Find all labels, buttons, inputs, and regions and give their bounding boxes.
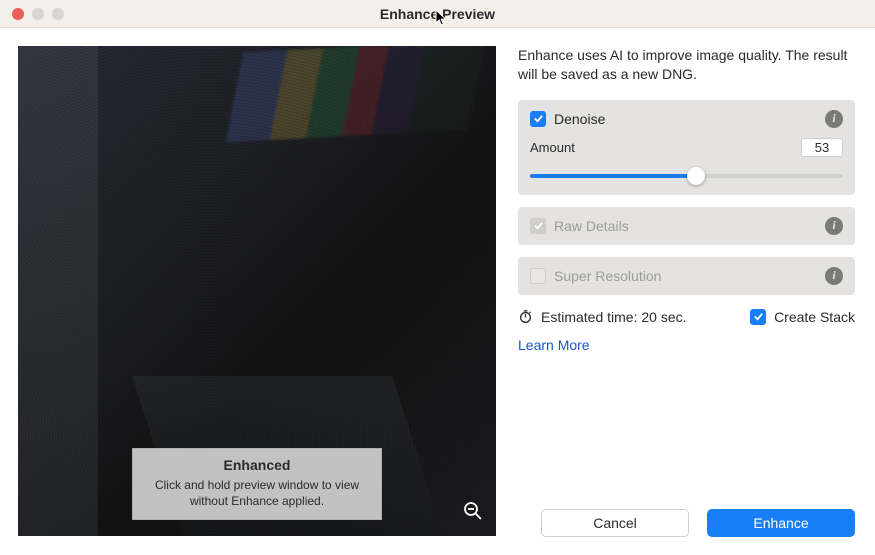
window-minimize-button[interactable] — [32, 8, 44, 20]
estimated-time-text: Estimated time: 20 sec. — [541, 309, 687, 325]
super-resolution-info-icon[interactable]: i — [825, 267, 843, 285]
learn-more-link[interactable]: Learn More — [518, 337, 855, 353]
raw-details-label: Raw Details — [554, 218, 629, 234]
description-text: Enhance uses AI to improve image quality… — [518, 46, 855, 84]
create-stack-label: Create Stack — [774, 309, 855, 325]
denoise-amount-slider[interactable] — [530, 165, 843, 185]
preview-image[interactable]: Enhanced Click and hold preview window t… — [18, 46, 496, 536]
denoise-checkbox[interactable] — [530, 111, 546, 127]
window-close-button[interactable] — [12, 8, 24, 20]
create-stack-checkbox[interactable] — [750, 309, 766, 325]
window-title: Enhance Preview — [0, 6, 875, 22]
preview-hint-title: Enhanced — [143, 457, 371, 473]
slider-thumb[interactable] — [687, 167, 705, 185]
preview-hint-body: Click and hold preview window to view wi… — [143, 477, 371, 509]
raw-details-checkbox — [530, 218, 546, 234]
window-zoom-button[interactable] — [52, 8, 64, 20]
denoise-info-icon[interactable]: i — [825, 110, 843, 128]
stopwatch-icon — [518, 309, 533, 324]
denoise-section: Denoise i Amount 53 — [518, 100, 855, 195]
denoise-amount-value[interactable]: 53 — [801, 138, 843, 157]
raw-details-section: Raw Details i — [518, 207, 855, 245]
zoom-out-button[interactable] — [462, 500, 484, 522]
enhance-button[interactable]: Enhance — [707, 509, 855, 537]
preview-hint: Enhanced Click and hold preview window t… — [132, 448, 382, 520]
denoise-label: Denoise — [554, 111, 605, 127]
window-traffic-lights — [0, 8, 64, 20]
denoise-amount-label: Amount — [530, 140, 575, 155]
raw-details-info-icon[interactable]: i — [825, 217, 843, 235]
super-resolution-label: Super Resolution — [554, 268, 661, 284]
super-resolution-section: Super Resolution i — [518, 257, 855, 295]
cancel-button[interactable]: Cancel — [541, 509, 689, 537]
window-titlebar: Enhance Preview — [0, 0, 875, 28]
super-resolution-checkbox — [530, 268, 546, 284]
